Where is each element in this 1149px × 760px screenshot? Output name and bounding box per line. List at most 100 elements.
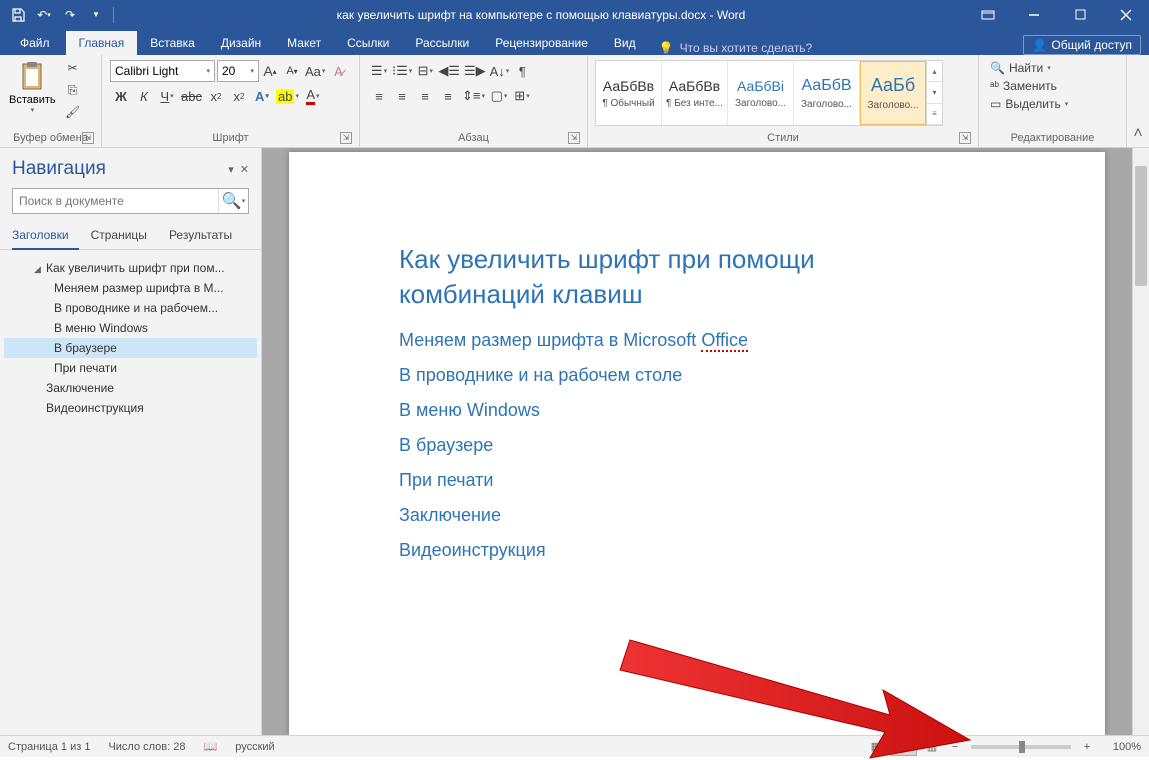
print-layout-button[interactable]: ▤ bbox=[891, 738, 917, 756]
text-effects-button[interactable]: A bbox=[251, 85, 273, 107]
page-number-status[interactable]: Страница 1 из 1 bbox=[8, 741, 90, 753]
align-left-button[interactable]: ≡ bbox=[368, 85, 390, 107]
paragraph-launcher[interactable]: ⇲ bbox=[568, 132, 580, 144]
align-right-button[interactable]: ≡ bbox=[414, 85, 436, 107]
underline-button[interactable]: Ч bbox=[156, 85, 178, 107]
copy-button[interactable]: ⎘ bbox=[62, 80, 84, 100]
shading-button[interactable]: ▢ bbox=[488, 85, 510, 107]
tab-home[interactable]: Главная bbox=[66, 31, 138, 55]
font-name-combo[interactable]: Calibri Light▾ bbox=[110, 60, 215, 82]
find-button[interactable]: 🔍Найти▾ bbox=[988, 60, 1070, 76]
tree-item[interactable]: Меняем размер шрифта в M... bbox=[4, 278, 257, 298]
grow-font-button[interactable]: A▴ bbox=[259, 60, 281, 82]
zoom-slider-thumb[interactable] bbox=[1019, 741, 1025, 753]
tree-item[interactable]: В меню Windows bbox=[4, 318, 257, 338]
numbering-button[interactable]: ⁝☰ bbox=[390, 60, 414, 82]
read-mode-button[interactable]: ▦ bbox=[863, 738, 889, 756]
nav-menu-button[interactable]: ▾ bbox=[228, 163, 234, 176]
nav-search-box[interactable]: 🔍▾ bbox=[12, 188, 249, 214]
tree-item[interactable]: В браузере bbox=[4, 338, 257, 358]
cut-button[interactable]: ✂ bbox=[62, 58, 84, 78]
superscript-button[interactable]: x2 bbox=[228, 85, 250, 107]
nav-tab-pages[interactable]: Страницы bbox=[91, 222, 157, 249]
redo-button[interactable]: ↷ bbox=[58, 3, 82, 27]
increase-indent-button[interactable]: ☰▶ bbox=[462, 60, 488, 82]
nav-search-button[interactable]: 🔍▾ bbox=[218, 189, 248, 213]
tab-mailings[interactable]: Рассылки bbox=[402, 31, 482, 55]
maximize-button[interactable] bbox=[1057, 0, 1103, 29]
zoom-in-button[interactable]: + bbox=[1079, 741, 1095, 753]
multilevel-list-button[interactable]: ⊟ bbox=[414, 60, 436, 82]
share-button[interactable]: 👤 Общий доступ bbox=[1023, 35, 1141, 55]
nav-search-input[interactable] bbox=[13, 194, 218, 208]
tab-review[interactable]: Рецензирование bbox=[482, 31, 601, 55]
save-button[interactable] bbox=[6, 3, 30, 27]
strikethrough-button[interactable]: abc bbox=[179, 85, 204, 107]
qat-customize-button[interactable]: ▾ bbox=[84, 3, 108, 27]
tab-view[interactable]: Вид bbox=[601, 31, 649, 55]
tab-design[interactable]: Дизайн bbox=[208, 31, 274, 55]
font-color-button[interactable]: A bbox=[302, 85, 324, 107]
line-spacing-button[interactable]: ⇕≡ bbox=[460, 85, 487, 107]
font-launcher[interactable]: ⇲ bbox=[340, 132, 352, 144]
decrease-indent-button[interactable]: ◀☰ bbox=[436, 60, 462, 82]
styles-expand[interactable]: ≡ bbox=[927, 104, 942, 125]
tab-layout[interactable]: Макет bbox=[274, 31, 334, 55]
zoom-level[interactable]: 100% bbox=[1097, 741, 1141, 753]
nav-tab-results[interactable]: Результаты bbox=[169, 222, 242, 249]
clipboard-launcher[interactable]: ⇲ bbox=[82, 132, 94, 144]
highlight-button[interactable]: ab bbox=[274, 85, 301, 107]
clear-formatting-button[interactable]: A̷ bbox=[327, 60, 349, 82]
styles-gallery[interactable]: АаБбВв¶ Обычный АаБбВв¶ Без инте... АаБб… bbox=[595, 60, 943, 126]
nav-tab-headings[interactable]: Заголовки bbox=[12, 222, 79, 250]
tree-item[interactable]: Видеоинструкция bbox=[4, 398, 257, 418]
style-heading2[interactable]: АаБбВЗаголово... bbox=[794, 61, 860, 125]
collapse-ribbon-button[interactable]: ˄ bbox=[1133, 125, 1142, 143]
zoom-out-button[interactable]: − bbox=[947, 741, 963, 753]
style-heading1[interactable]: АаБбВіЗаголово... bbox=[728, 61, 794, 125]
tell-me-search[interactable]: 💡 Что вы хотите сделать? bbox=[659, 41, 813, 55]
tab-references[interactable]: Ссылки bbox=[334, 31, 402, 55]
document-page[interactable]: Как увеличить шрифт при помощикомбинаций… bbox=[289, 152, 1105, 735]
bold-button[interactable]: Ж bbox=[110, 85, 132, 107]
select-button[interactable]: ▭Выделить▾ bbox=[988, 96, 1070, 112]
tree-item[interactable]: В проводнике и на рабочем... bbox=[4, 298, 257, 318]
tab-insert[interactable]: Вставка bbox=[137, 31, 208, 55]
ribbon-display-button[interactable] bbox=[965, 0, 1011, 29]
show-marks-button[interactable]: ¶ bbox=[511, 60, 533, 82]
web-layout-button[interactable]: ▥ bbox=[919, 738, 945, 756]
tree-item[interactable]: ◢Как увеличить шрифт при пом... bbox=[4, 258, 257, 278]
zoom-slider[interactable] bbox=[971, 745, 1071, 749]
style-heading3[interactable]: АаБбЗаголово... bbox=[860, 61, 926, 125]
undo-button[interactable]: ↶▾ bbox=[32, 3, 56, 27]
styles-launcher[interactable]: ⇲ bbox=[959, 132, 971, 144]
align-center-button[interactable]: ≡ bbox=[391, 85, 413, 107]
paste-button[interactable]: Вставить ▾ bbox=[5, 58, 60, 116]
style-normal[interactable]: АаБбВв¶ Обычный bbox=[596, 61, 662, 125]
bullets-button[interactable]: ☰ bbox=[368, 60, 390, 82]
replace-button[interactable]: ᵃᵇЗаменить bbox=[988, 78, 1070, 94]
font-size-combo[interactable]: 20▾ bbox=[217, 60, 259, 82]
vertical-scrollbar[interactable] bbox=[1132, 148, 1149, 735]
style-no-spacing[interactable]: АаБбВв¶ Без инте... bbox=[662, 61, 728, 125]
word-count-status[interactable]: Число слов: 28 bbox=[108, 741, 185, 753]
minimize-button[interactable] bbox=[1011, 0, 1057, 29]
change-case-button[interactable]: Aa bbox=[303, 60, 327, 82]
italic-button[interactable]: К bbox=[133, 85, 155, 107]
sort-button[interactable]: A↓ bbox=[488, 60, 512, 82]
tree-item[interactable]: Заключение bbox=[4, 378, 257, 398]
tree-item[interactable]: При печати bbox=[4, 358, 257, 378]
format-painter-button[interactable]: 🖌 bbox=[62, 102, 84, 122]
borders-button[interactable]: ⊞ bbox=[511, 85, 533, 107]
subscript-button[interactable]: x2 bbox=[205, 85, 227, 107]
styles-scroll-down[interactable]: ▾ bbox=[927, 82, 942, 103]
nav-close-button[interactable]: ✕ bbox=[240, 163, 249, 176]
scrollbar-thumb[interactable] bbox=[1135, 166, 1147, 286]
tab-file[interactable]: Файл bbox=[4, 31, 66, 55]
justify-button[interactable]: ≡ bbox=[437, 85, 459, 107]
styles-scroll-up[interactable]: ▴ bbox=[927, 61, 942, 82]
close-button[interactable] bbox=[1103, 0, 1149, 29]
spell-check-icon[interactable]: 📖 bbox=[204, 740, 218, 753]
shrink-font-button[interactable]: A▾ bbox=[281, 60, 303, 82]
language-status[interactable]: русский bbox=[235, 741, 274, 753]
